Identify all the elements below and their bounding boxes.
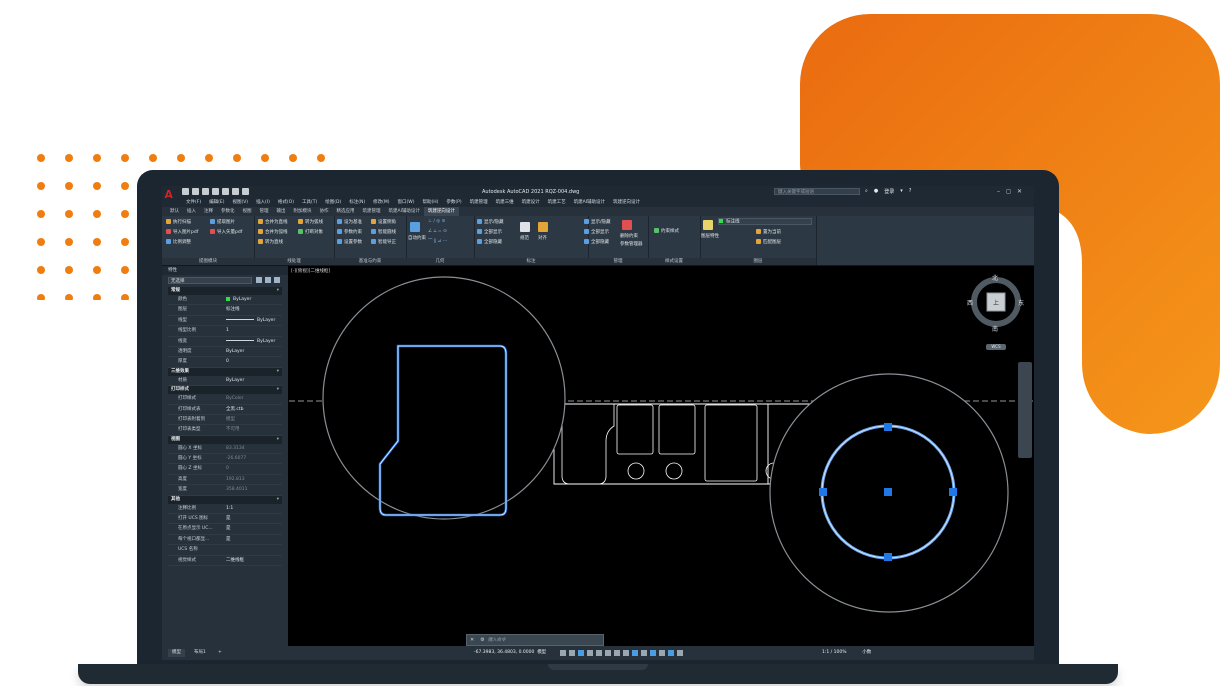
selection-cycling-icon[interactable] xyxy=(632,650,638,656)
viewcube-north[interactable]: 北 xyxy=(992,273,998,282)
lineweight-icon[interactable] xyxy=(614,650,620,656)
command-input[interactable]: 键入命令 xyxy=(488,637,506,643)
part-hole xyxy=(665,462,683,480)
magnifier-left xyxy=(322,276,566,520)
ortho-icon[interactable] xyxy=(578,650,584,656)
grip-right[interactable] xyxy=(949,488,957,496)
otrack-icon[interactable] xyxy=(605,650,611,656)
autocad-window: A Autodesk AutoCAD 2021 RQZ-004.dwg 键入关键… xyxy=(162,186,1034,660)
wrench-icon[interactable]: ⚙ xyxy=(480,637,484,643)
3d-osnap-icon[interactable] xyxy=(641,650,647,656)
command-line[interactable]: ✕ ⚙ 键入命令 xyxy=(466,634,604,646)
add-layout-button[interactable]: + xyxy=(214,649,226,657)
viewcube-east[interactable]: 东 xyxy=(1018,298,1024,307)
status-toggles xyxy=(560,649,683,656)
tab-model[interactable]: 模型 xyxy=(168,649,185,657)
dynamic-ucs-icon[interactable] xyxy=(650,650,656,656)
grip-left[interactable] xyxy=(819,488,827,496)
annotation-scale[interactable]: 1:1 / 100% 小数 xyxy=(822,649,871,657)
tab-layout1[interactable]: 布局1 xyxy=(190,649,210,657)
grip-top[interactable] xyxy=(884,423,892,431)
drawing-geometry xyxy=(289,276,1034,613)
osnap-icon[interactable] xyxy=(596,650,602,656)
coordinate-readout: -67.3983, 36.4803, 0.0000 模型 xyxy=(474,650,547,655)
part-hole xyxy=(627,462,645,480)
part-pocket xyxy=(561,404,615,485)
viewcube-west[interactable]: 西 xyxy=(967,298,973,307)
laptop-notch xyxy=(548,664,648,670)
gizmo-icon[interactable] xyxy=(659,650,665,656)
navigation-bar[interactable] xyxy=(1018,362,1032,458)
model-space-toggle[interactable]: 模型 xyxy=(537,650,546,655)
transparency-icon[interactable] xyxy=(623,650,629,656)
units-readout[interactable]: 小数 xyxy=(862,650,871,655)
part-pocket xyxy=(704,404,758,482)
viewcube-south[interactable]: 南 xyxy=(992,324,998,333)
part-pocket xyxy=(658,404,696,455)
grip-center[interactable] xyxy=(884,488,892,496)
part-pocket xyxy=(616,404,654,455)
grip-bottom[interactable] xyxy=(884,553,892,561)
auto-scale-icon[interactable] xyxy=(677,650,683,656)
status-bar: 模型 布局1 + -67.3983, 36.4803, 0.0000 模型 1:… xyxy=(162,646,1034,660)
viewcube-top-label[interactable]: 上 xyxy=(993,298,999,307)
grid-icon[interactable] xyxy=(560,650,566,656)
wcs-menu[interactable]: WCS xyxy=(986,344,1006,350)
annotation-visibility-icon[interactable] xyxy=(668,650,674,656)
close-icon[interactable]: ✕ xyxy=(470,637,474,643)
laptop-base xyxy=(78,664,1118,684)
snap-icon[interactable] xyxy=(569,650,575,656)
polar-icon[interactable] xyxy=(587,650,593,656)
